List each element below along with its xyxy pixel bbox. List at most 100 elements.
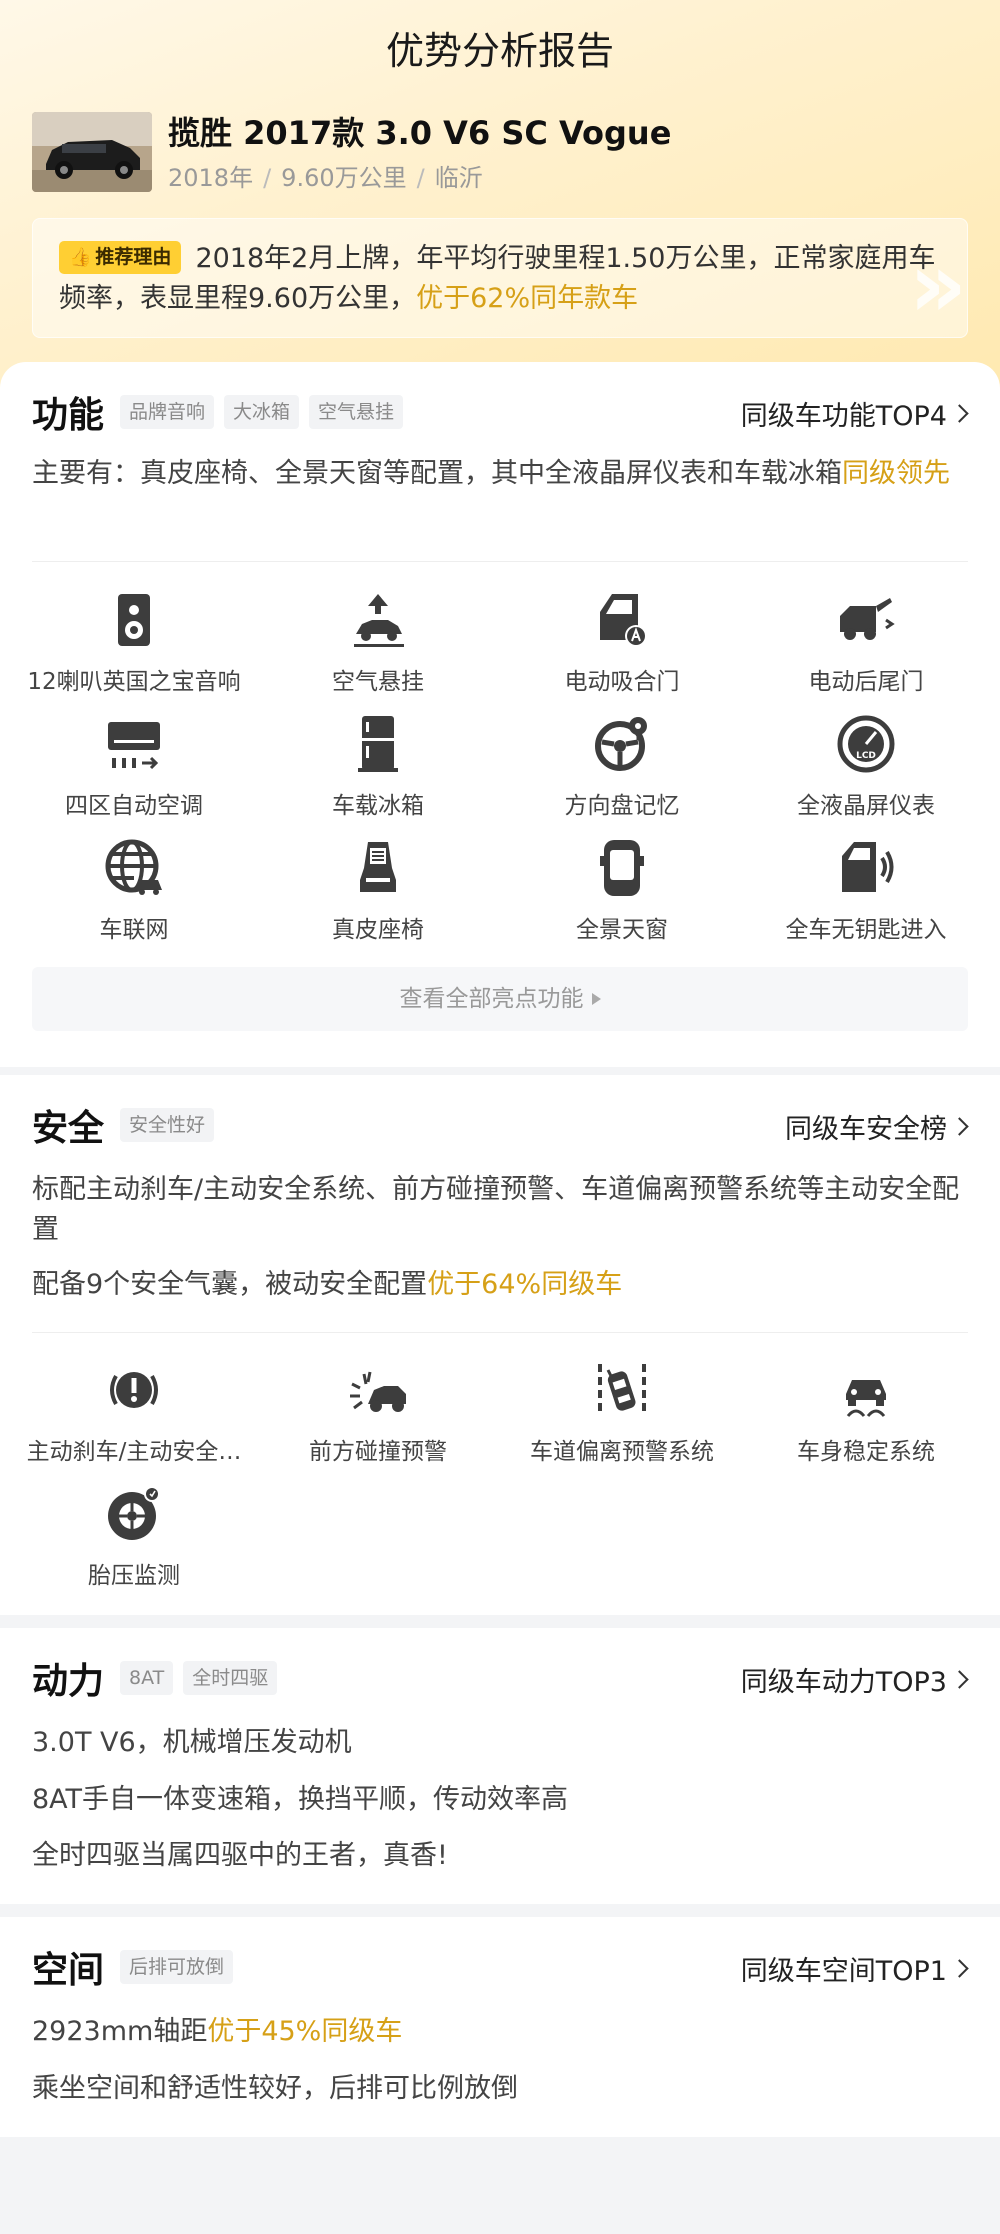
lcd-gauge-icon: LCD [837, 715, 895, 773]
car-thumbnail[interactable] [32, 112, 152, 192]
features-rank-link[interactable]: 同级车功能TOP4 [740, 394, 969, 433]
safety-rank-link[interactable]: 同级车安全榜 [785, 1107, 969, 1146]
steering-memory-icon [595, 717, 647, 771]
features-description: 主要有：真皮座椅、全景天窗等配置，其中全液晶屏仪表和车载冰箱同级领先 [32, 454, 968, 494]
feature-label: 车联网 [99, 917, 169, 943]
badge-label: 推荐理由 [95, 246, 172, 268]
air-conditioner-icon [108, 722, 160, 770]
thumbs-up-icon: 👍 [69, 247, 92, 268]
safety-label: 车身稳定系统 [797, 1439, 935, 1465]
wheelbase-highlight: 优于45%同级车 [207, 2016, 403, 2047]
recommend-reason-box: » 👍 推荐理由 2018年2月上牌，年平均行驶里程1.50万公里，正常家庭用车频率… [32, 218, 968, 338]
airbag-summary: 配备9个安全气囊，被动安全配置优于64%同级车 [32, 1265, 622, 1305]
safety-item[interactable]: 胎压监测 [12, 1484, 256, 1590]
power-transmission: 8AT手自一体变速箱，换挡平顺，传动效率高 [32, 1784, 569, 1815]
space-tag: 后排可放倒 [120, 1950, 234, 1984]
space-card: 空间 后排可放倒 同级车空间TOP1 2923mm轴距优于45%同级车 乘坐空间… [0, 1917, 1000, 2137]
space-header: 空间 后排可放倒 [32, 1939, 243, 1995]
safety-item[interactable]: 车身稳定系统 [744, 1360, 988, 1466]
car-meta: 2018年 / 9.60万公里 / 临沂 [168, 158, 483, 193]
safety-card: 安全 安全性好 同级车安全榜 标配主动刹车/主动安全系统、前方碰撞预警、车道偏离… [0, 1075, 1000, 1615]
page-title: 优势分析报告 [385, 29, 614, 73]
divider [32, 561, 968, 562]
features-desc-text: 主要有：真皮座椅、全景天窗等配置，其中全液晶屏仪表和车载冰箱 [32, 458, 842, 489]
power-drivetrain: 全时四驱当属四驱中的王者，真香! [32, 1840, 448, 1871]
stability-control-icon [846, 1380, 886, 1417]
feature-tag: 大冰箱 [224, 395, 300, 429]
space-title: 空间 [32, 1950, 105, 1991]
feature-label: 全液晶屏仪表 [797, 793, 935, 819]
safety-tag: 安全性好 [120, 1108, 215, 1142]
feature-item[interactable]: 电动吸合门 [500, 590, 744, 696]
feature-item[interactable]: 四区自动空调 [12, 714, 256, 820]
power-tag: 全时四驱 [183, 1661, 278, 1695]
power-header: 动力 8AT 全时四驱 [32, 1650, 287, 1706]
collision-warning-icon [350, 1371, 406, 1412]
feature-label: 电动后尾门 [808, 669, 924, 695]
power-title: 动力 [32, 1661, 105, 1702]
car-mileage: 9.60万公里 [281, 164, 407, 192]
power-tag: 8AT [120, 1661, 174, 1695]
safety-item[interactable]: 主动刹车/主动安全… [12, 1360, 256, 1466]
feature-label: 12喇叭英国之宝音响 [27, 669, 241, 695]
power-engine: 3.0T V6，机械增压发动机 [32, 1727, 352, 1758]
feature-item[interactable]: 车载冰箱 [256, 714, 500, 820]
space-comfort: 乘坐空间和舒适性较好，后排可比例放倒 [32, 2073, 518, 2104]
safety-item[interactable]: 车道偏离预警系统 [500, 1360, 744, 1466]
safety-label: 前方碰撞预警 [309, 1439, 447, 1465]
feature-item[interactable]: 真皮座椅 [256, 838, 500, 944]
svg-text:LCD: LCD [856, 751, 876, 761]
feature-label: 空气悬挂 [332, 669, 424, 695]
feature-label: 全景天窗 [576, 917, 668, 943]
view-all-features-button[interactable]: 查看全部亮点功能 [32, 967, 968, 1031]
air-suspension-icon [354, 594, 404, 647]
chevron-decoration-icon: » [908, 233, 967, 338]
panoramic-sunroof-icon [600, 840, 644, 896]
feature-label: 全车无钥匙进入 [785, 917, 947, 943]
feature-item[interactable]: 车联网 [12, 838, 256, 944]
leather-seat-icon [360, 842, 396, 892]
power-card: 动力 8AT 全时四驱 同级车动力TOP3 3.0T V6，机械增压发动机 8A… [0, 1628, 1000, 1904]
meta-separator: / [263, 164, 272, 192]
feature-tag: 空气悬挂 [309, 395, 404, 429]
chevron-right-icon [950, 1117, 969, 1136]
keyless-entry-icon [842, 842, 894, 892]
power-rank-label: 同级车动力TOP3 [740, 1667, 947, 1698]
feature-item[interactable]: LCD 全液晶屏仪表 [744, 714, 988, 820]
safety-item[interactable]: 前方碰撞预警 [256, 1360, 500, 1466]
wheelbase-text: 2923mm轴距 [32, 2016, 208, 2047]
space-rank-link[interactable]: 同级车空间TOP1 [740, 1949, 969, 1988]
airbag-text: 配备9个安全气囊，被动安全配置 [32, 1269, 428, 1300]
safety-label: 主动刹车/主动安全… [26, 1439, 242, 1465]
connected-car-icon [105, 839, 162, 895]
power-rank-link[interactable]: 同级车动力TOP3 [740, 1660, 969, 1699]
safety-title: 安全 [32, 1108, 105, 1149]
chevron-right-icon [950, 1670, 969, 1689]
space-rank-label: 同级车空间TOP1 [740, 1956, 947, 1987]
feature-item[interactable]: 12喇叭英国之宝音响 [12, 590, 256, 696]
play-arrow-icon [591, 993, 601, 1005]
features-desc-highlight: 同级领先 [842, 458, 950, 489]
divider [32, 1332, 968, 1333]
view-all-label: 查看全部亮点功能 [399, 986, 584, 1012]
feature-item[interactable]: 全景天窗 [500, 838, 744, 944]
chevron-right-icon [950, 1959, 969, 1978]
feature-item[interactable]: 方向盘记忆 [500, 714, 744, 820]
space-wheelbase: 2923mm轴距优于45%同级车 [32, 2012, 402, 2052]
feature-item[interactable]: 电动后尾门 [744, 590, 988, 696]
feature-tag: 品牌音响 [120, 395, 215, 429]
fridge-icon [358, 716, 398, 772]
features-title: 功能 [32, 395, 105, 436]
meta-separator: / [416, 164, 425, 192]
feature-item[interactable]: 空气悬挂 [256, 590, 500, 696]
speaker-icon [118, 594, 150, 646]
features-rank-label: 同级车功能TOP4 [740, 401, 947, 432]
feature-label: 电动吸合门 [564, 669, 680, 695]
recommend-reason-badge: 👍 推荐理由 [59, 241, 182, 274]
reason-highlight: 优于62%同年款车 [416, 283, 639, 314]
feature-label: 车载冰箱 [332, 793, 424, 819]
feature-item[interactable]: 全车无钥匙进入 [744, 838, 988, 944]
feature-label: 方向盘记忆 [564, 793, 680, 819]
safety-description: 标配主动刹车/主动安全系统、前方碰撞预警、车道偏离预警系统等主动安全配置 [32, 1174, 960, 1245]
car-city: 临沂 [434, 164, 483, 192]
